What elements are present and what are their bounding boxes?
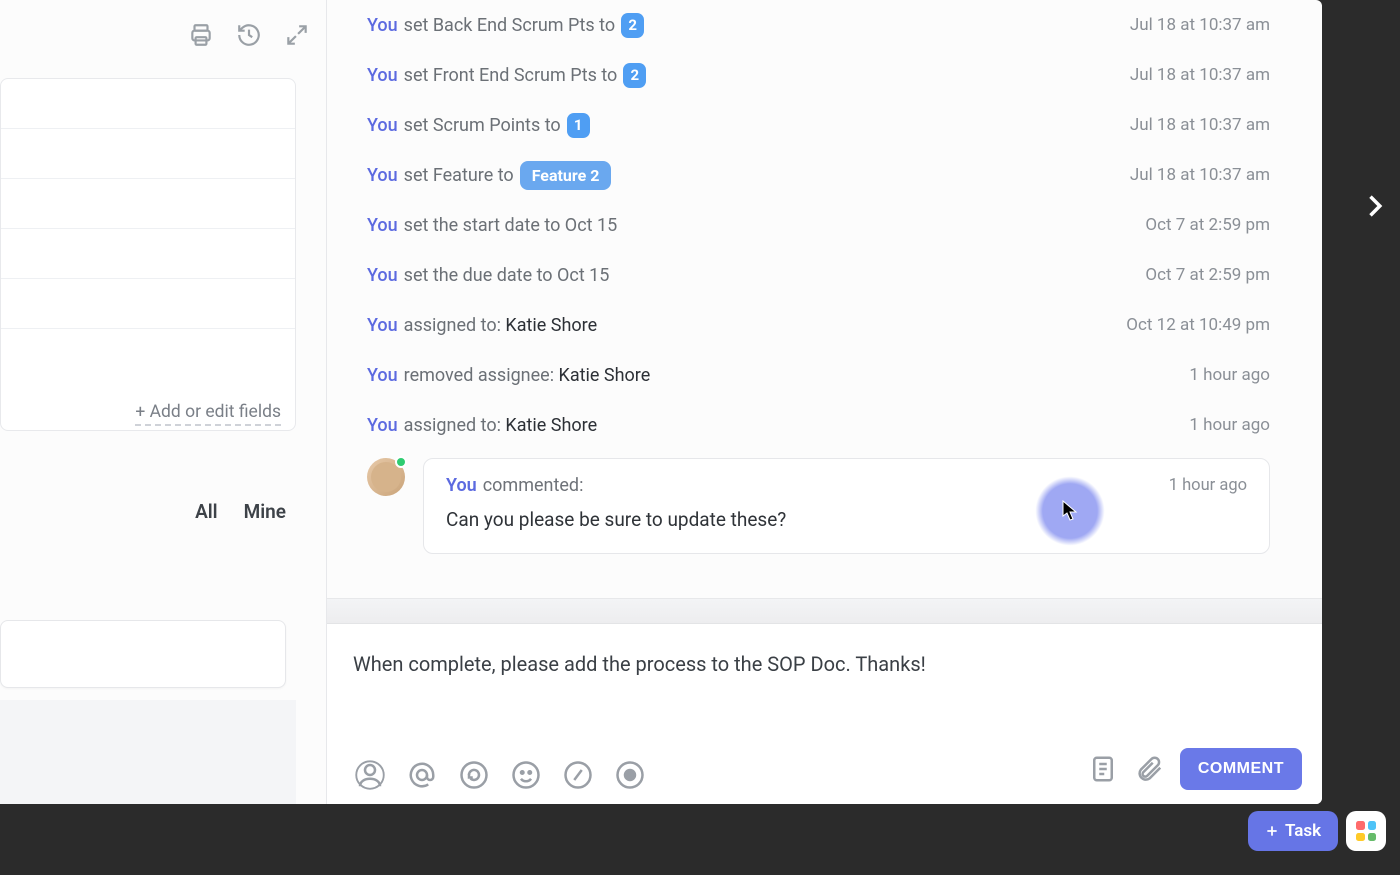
activity-row: You set the start date to Oct 15 Oct 7 a… — [367, 200, 1270, 250]
print-icon[interactable] — [188, 22, 214, 48]
record-icon[interactable] — [615, 760, 645, 790]
tab-all[interactable]: All — [195, 500, 218, 523]
timestamp: 1 hour ago — [1189, 415, 1270, 435]
field-row[interactable] — [1, 179, 295, 229]
activity-text: set Feature to — [404, 165, 514, 186]
timestamp: Oct 7 at 2:59 pm — [1145, 265, 1270, 285]
assign-icon[interactable] — [355, 760, 385, 790]
new-task-button[interactable]: Task — [1248, 811, 1338, 851]
activity-row: You removed assignee: Katie Shore 1 hour… — [367, 350, 1270, 400]
activity-feed: You set Back End Scrum Pts to 2 Jul 18 a… — [367, 0, 1270, 554]
activity-text: set Front End Scrum Pts to — [404, 65, 618, 86]
activity-text: set the start date to Oct 15 — [404, 215, 618, 236]
chevron-right-icon[interactable] — [1360, 192, 1388, 220]
activity-text: set Scrum Points to — [404, 115, 561, 136]
attachment-icon[interactable] — [1134, 754, 1164, 784]
mention-icon[interactable] — [407, 760, 437, 790]
left-shade — [0, 700, 296, 804]
points-badge: 2 — [621, 13, 644, 38]
slash-command-icon[interactable] — [563, 760, 593, 790]
comment-button[interactable]: COMMENT — [1180, 748, 1302, 790]
activity-text: set Back End Scrum Pts to — [404, 15, 615, 36]
avatar[interactable] — [367, 458, 405, 496]
assignee-name: Katie Shore — [505, 415, 597, 436]
new-task-label: Task — [1285, 821, 1321, 841]
timestamp: 1 hour ago — [1189, 365, 1270, 385]
history-icon[interactable] — [236, 22, 262, 48]
field-row[interactable] — [1, 129, 295, 179]
actor: You — [367, 65, 398, 86]
activity-row: You set Scrum Points to 1 Jul 18 at 10:3… — [367, 100, 1270, 150]
compose-area: When complete, please add the process to… — [327, 624, 1322, 804]
add-edit-fields-link[interactable]: + Add or edit fields — [135, 402, 281, 426]
emoji-icon[interactable] — [511, 760, 541, 790]
activity-row: You set Feature to Feature 2 Jul 18 at 1… — [367, 150, 1270, 200]
field-row[interactable] — [1, 279, 295, 329]
actor: You — [367, 115, 398, 136]
presence-dot — [395, 456, 407, 468]
comment-actor: You — [446, 475, 477, 496]
comment-block: You commented: 1 hour ago Can you please… — [367, 458, 1270, 554]
activity-row: You set Front End Scrum Pts to 2 Jul 18 … — [367, 50, 1270, 100]
comment-body: Can you please be sure to update these? — [446, 508, 1247, 531]
activity-text: assigned to: — [404, 415, 501, 436]
comment-timestamp: 1 hour ago — [1169, 476, 1247, 495]
actor: You — [367, 165, 398, 186]
refresh-icon[interactable] — [459, 760, 489, 790]
custom-fields-card: + Add or edit fields — [0, 78, 296, 431]
actor: You — [367, 215, 398, 236]
actor: You — [367, 415, 398, 436]
compose-input[interactable]: When complete, please add the process to… — [353, 652, 926, 676]
timestamp: Jul 18 at 10:37 am — [1130, 115, 1270, 135]
field-row[interactable] — [1, 79, 295, 129]
activity-row: You set Back End Scrum Pts to 2 Jul 18 a… — [367, 0, 1270, 50]
field-row[interactable] — [1, 229, 295, 279]
plus-icon — [1265, 824, 1279, 838]
timestamp: Jul 18 at 10:37 am — [1130, 165, 1270, 185]
points-badge: 2 — [623, 63, 646, 88]
points-badge: 1 — [567, 113, 590, 138]
left-input-card[interactable] — [0, 620, 286, 688]
timestamp: Oct 12 at 10:49 pm — [1126, 315, 1270, 335]
expand-icon[interactable] — [284, 22, 310, 48]
timestamp: Jul 18 at 10:37 am — [1130, 65, 1270, 85]
tab-mine[interactable]: Mine — [244, 500, 286, 523]
apps-grid-icon — [1356, 821, 1376, 841]
comment-label: commented: — [483, 475, 584, 496]
activity-text: removed assignee: — [404, 365, 554, 386]
apps-button[interactable] — [1346, 811, 1386, 851]
actor: You — [367, 265, 398, 286]
activity-row: You assigned to: Katie Shore 1 hour ago — [367, 400, 1270, 450]
assignee-name: Katie Shore — [505, 315, 597, 336]
actor: You — [367, 365, 398, 386]
timestamp: Oct 7 at 2:59 pm — [1145, 215, 1270, 235]
assignee-name: Katie Shore — [559, 365, 651, 386]
activity-row: You set the due date to Oct 15 Oct 7 at … — [367, 250, 1270, 300]
field-row[interactable] — [1, 329, 295, 379]
notes-icon[interactable] — [1088, 754, 1118, 784]
section-divider — [327, 598, 1322, 624]
activity-text: set the due date to Oct 15 — [404, 265, 610, 286]
activity-text: assigned to: — [404, 315, 501, 336]
comment-card[interactable]: You commented: 1 hour ago Can you please… — [423, 458, 1270, 554]
activity-row: You assigned to: Katie Shore Oct 12 at 1… — [367, 300, 1270, 350]
actor: You — [367, 315, 398, 336]
feature-badge: Feature 2 — [520, 161, 612, 190]
timestamp: Jul 18 at 10:37 am — [1130, 15, 1270, 35]
actor: You — [367, 15, 398, 36]
